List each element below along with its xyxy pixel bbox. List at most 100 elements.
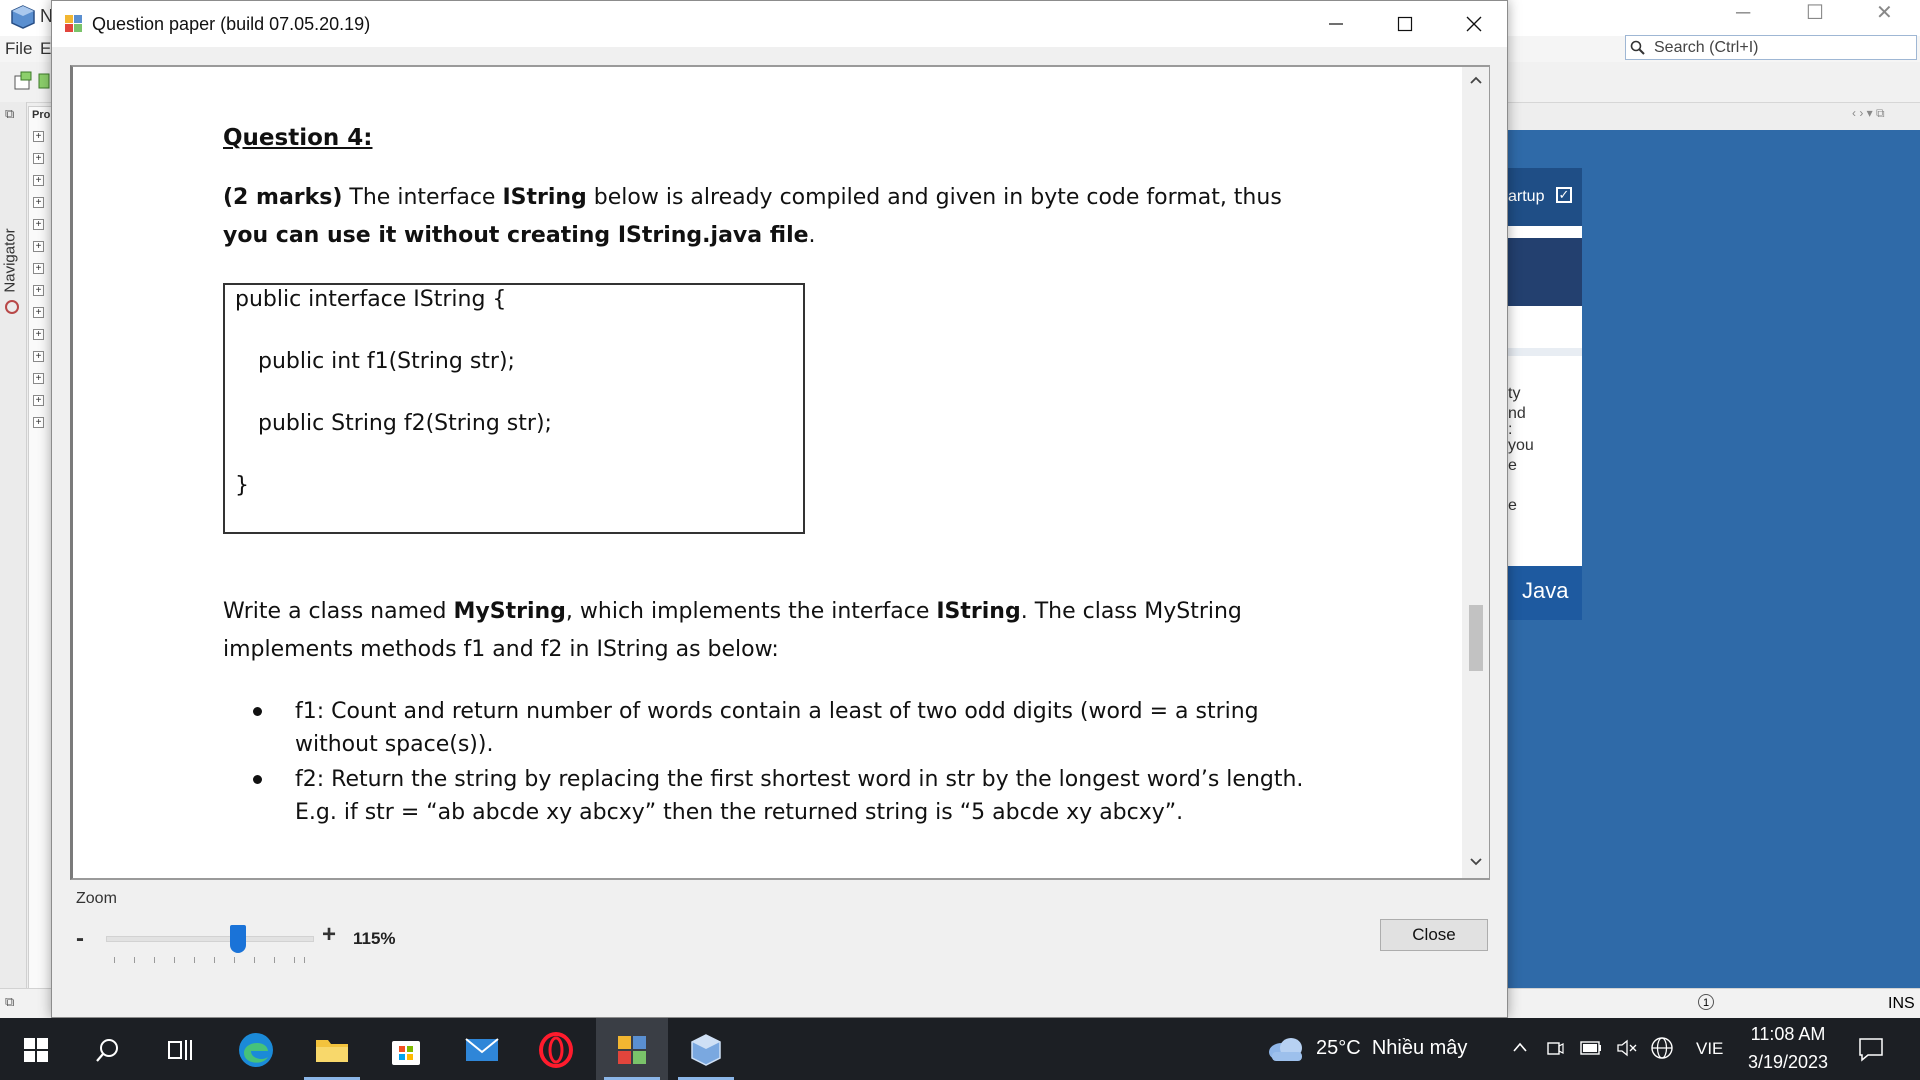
taskbar: 25°C Nhiều mây VIE 11:08 AM 3/19/2023 bbox=[0, 1018, 1920, 1080]
list-item: f1: Count and return number of words con… bbox=[223, 695, 1323, 761]
slider-tick bbox=[254, 957, 255, 963]
network-globe-icon[interactable] bbox=[1650, 1036, 1674, 1060]
folder-icon bbox=[316, 1040, 348, 1062]
code-line: public int f1(String str); bbox=[258, 349, 515, 374]
slider-tick bbox=[154, 957, 155, 963]
intro-text: The interface bbox=[342, 185, 503, 210]
edge-taskbar-button[interactable] bbox=[236, 1030, 276, 1070]
meet-now-icon[interactable] bbox=[1546, 1038, 1564, 1058]
slider-tick bbox=[194, 957, 195, 963]
chevron-up-icon[interactable] bbox=[1512, 1041, 1528, 1053]
maximize-icon bbox=[1397, 16, 1413, 32]
services-icon[interactable] bbox=[5, 300, 19, 314]
tree-expand-icon[interactable]: + bbox=[33, 373, 44, 384]
menu-file[interactable]: File bbox=[5, 39, 32, 59]
edge-icon bbox=[239, 1033, 273, 1067]
language-indicator[interactable]: VIE bbox=[1696, 1039, 1723, 1059]
zoom-slider[interactable] bbox=[106, 936, 314, 942]
tree-expand-icon[interactable]: + bbox=[33, 241, 44, 252]
netbeans-taskbar-button[interactable] bbox=[686, 1030, 726, 1070]
weather-widget[interactable]: 25°C Nhiều mây bbox=[1316, 1037, 1467, 1060]
dialog-title: Question paper (build 07.05.20.19) bbox=[92, 14, 371, 34]
tree-expand-icon[interactable]: + bbox=[33, 395, 44, 406]
new-file-icon[interactable] bbox=[38, 70, 50, 92]
restore-window-icon[interactable]: ⧉ bbox=[5, 106, 14, 122]
scroll-down-icon[interactable] bbox=[1469, 857, 1483, 867]
tree-expand-icon[interactable]: + bbox=[33, 219, 44, 230]
tree-expand-icon[interactable]: + bbox=[33, 197, 44, 208]
minimize-icon bbox=[1329, 23, 1343, 25]
start-page-text-line: you bbox=[1508, 437, 1534, 454]
opera-taskbar-button[interactable] bbox=[536, 1030, 576, 1070]
background-minimize-icon[interactable]: ─ bbox=[1736, 2, 1750, 25]
tree-expand-icon[interactable]: + bbox=[33, 329, 44, 340]
background-maximize-icon[interactable]: ☐ bbox=[1806, 0, 1824, 25]
question-heading: Question 4: bbox=[223, 125, 373, 151]
tree-expand-icon[interactable]: + bbox=[33, 153, 44, 164]
intro-emphasis: you can use it without creating IString.… bbox=[223, 223, 809, 248]
maximize-button[interactable] bbox=[1370, 1, 1440, 47]
start-page-text-line: : bbox=[1508, 421, 1513, 438]
close-button[interactable]: Close bbox=[1380, 919, 1488, 951]
tab-scroll-arrows-icon[interactable]: ‹ › ▾ ⧉ bbox=[1852, 106, 1885, 121]
battery-icon[interactable] bbox=[1580, 1040, 1602, 1056]
zoom-in-button[interactable]: + bbox=[322, 921, 336, 949]
search-icon bbox=[96, 1039, 118, 1062]
task-text: Write a class named bbox=[223, 599, 454, 624]
file-explorer-taskbar-button[interactable] bbox=[312, 1030, 352, 1070]
document-viewer: Question 4: (2 marks) The interface IStr… bbox=[70, 65, 1490, 880]
scroll-up-icon[interactable] bbox=[1469, 75, 1483, 85]
clock-time[interactable]: 11:08 AM bbox=[1748, 1024, 1828, 1045]
menu-edit[interactable]: E bbox=[40, 39, 51, 59]
start-page-text-line bbox=[1508, 476, 1582, 496]
show-on-startup-checkbox[interactable]: ✓ bbox=[1556, 187, 1572, 203]
question-paper-taskbar-button[interactable] bbox=[612, 1030, 652, 1070]
requirements-list: f1: Count and return number of words con… bbox=[223, 695, 1323, 831]
cloud-weather-icon[interactable] bbox=[1266, 1032, 1306, 1064]
class-name: MyString bbox=[453, 599, 566, 624]
tree-expand-icon[interactable]: + bbox=[33, 131, 44, 142]
tree-expand-icon[interactable]: + bbox=[33, 263, 44, 274]
search-button[interactable] bbox=[88, 1030, 128, 1070]
tree-expand-icon[interactable]: + bbox=[33, 285, 44, 296]
question-intro: (2 marks) The interface IString below is… bbox=[223, 179, 1323, 255]
interface-name: IString bbox=[502, 185, 587, 210]
clock-date[interactable]: 3/19/2023 bbox=[1740, 1052, 1836, 1073]
notification-center-icon[interactable] bbox=[1858, 1036, 1884, 1062]
slider-tick bbox=[294, 957, 295, 963]
start-button[interactable] bbox=[16, 1030, 56, 1070]
intro-text: below is already compiled and given in b… bbox=[586, 185, 1282, 210]
task-description: Write a class named MyString, which impl… bbox=[223, 593, 1323, 669]
slider-tick bbox=[214, 957, 215, 963]
scrollbar-thumb[interactable] bbox=[1469, 605, 1483, 671]
tree-expand-icon[interactable]: + bbox=[33, 307, 44, 318]
search-input[interactable]: Search (Ctrl+I) bbox=[1625, 35, 1917, 60]
bullet-icon bbox=[253, 775, 262, 784]
windows-logo-icon bbox=[24, 1038, 48, 1062]
slider-tick bbox=[234, 957, 235, 963]
projects-tab-label[interactable]: Pro bbox=[32, 109, 50, 121]
vertical-scrollbar[interactable] bbox=[1462, 67, 1489, 878]
tree-expand-icon[interactable]: + bbox=[33, 417, 44, 428]
minimize-button[interactable] bbox=[1301, 1, 1371, 47]
microsoft-store-icon bbox=[392, 1041, 420, 1065]
mail-taskbar-button[interactable] bbox=[462, 1030, 502, 1070]
close-icon bbox=[1466, 16, 1482, 32]
search-placeholder: Search (Ctrl+I) bbox=[1654, 39, 1759, 56]
close-window-button[interactable] bbox=[1439, 1, 1509, 47]
notifications-icon[interactable]: 1 bbox=[1698, 994, 1714, 1010]
new-project-icon[interactable] bbox=[12, 70, 34, 92]
tree-expand-icon[interactable]: + bbox=[33, 351, 44, 362]
background-close-icon[interactable]: ✕ bbox=[1876, 0, 1893, 25]
zoom-out-button[interactable]: - bbox=[76, 925, 84, 953]
task-view-button[interactable] bbox=[160, 1030, 200, 1070]
speaker-muted-icon[interactable] bbox=[1616, 1038, 1638, 1058]
list-item: f2: Return the string by replacing the f… bbox=[223, 763, 1323, 829]
restore-window-icon[interactable]: ⧉ bbox=[5, 994, 14, 1010]
tree-expand-icon[interactable]: + bbox=[33, 175, 44, 186]
navigator-tab-label[interactable]: Navigator bbox=[2, 228, 19, 292]
zoom-slider-thumb[interactable] bbox=[230, 925, 246, 953]
store-taskbar-button[interactable] bbox=[386, 1030, 426, 1070]
slider-tick bbox=[304, 957, 305, 963]
document-page: Question 4: (2 marks) The interface IStr… bbox=[93, 67, 1453, 878]
